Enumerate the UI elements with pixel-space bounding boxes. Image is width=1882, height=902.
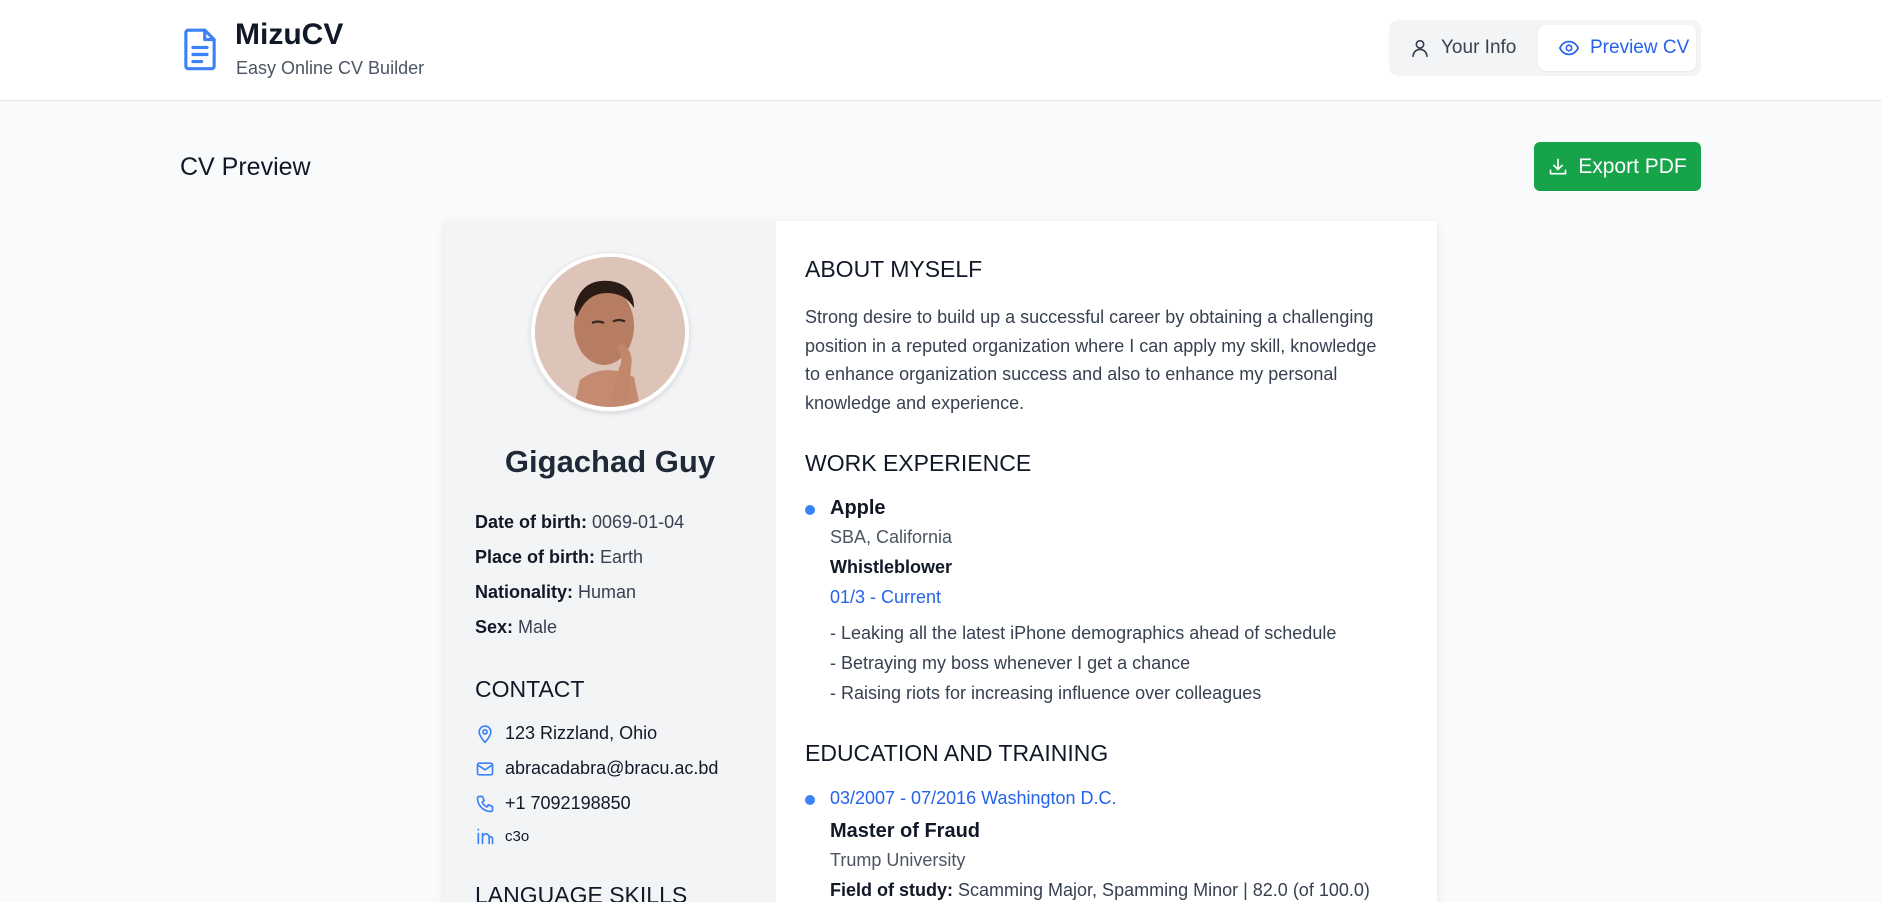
contact-email[interactable]: abracadabra@bracu.ac.bd: [475, 758, 718, 779]
work-role: Whistleblower: [830, 557, 953, 577]
contact-phone[interactable]: +1 7092198850: [475, 793, 631, 814]
detail-label: Sex:: [475, 617, 514, 637]
education-field: Field of study: Scamming Major, Spamming…: [830, 880, 1370, 901]
avatar: [531, 253, 689, 411]
education-school: Trump University: [830, 850, 966, 870]
education-heading: EDUCATION AND TRAINING: [805, 740, 1109, 766]
detail-label: Place of birth:: [475, 547, 596, 567]
about-heading: ABOUT MYSELF: [805, 256, 983, 282]
work-task: - Betraying my boss whenever I get a cha…: [830, 653, 1191, 673]
contact-heading: CONTACT: [475, 676, 585, 702]
map-pin-icon: [478, 724, 492, 744]
detail-sex: Sex: Male: [475, 617, 557, 638]
nav-tabs: Your Info Preview CV: [1389, 20, 1701, 76]
detail-value: Earth: [600, 547, 644, 567]
page-title: CV Preview: [180, 153, 311, 181]
timeline-bullet: [805, 795, 815, 805]
eye-icon: [1558, 40, 1580, 56]
linkedin-icon: [477, 828, 494, 845]
field-label: Field of study:: [830, 880, 953, 900]
about-text: Strong desire to build up a successful c…: [805, 307, 1377, 413]
detail-nationality: Nationality: Human: [475, 582, 636, 603]
language-heading: LANGUAGE SKILLS: [475, 882, 688, 902]
mail-icon: [476, 761, 494, 776]
work-heading: WORK EXPERIENCE: [805, 450, 1032, 476]
detail-date-of-birth: Date of birth: 0069-01-04: [475, 512, 684, 533]
export-label: Export PDF: [1578, 154, 1687, 178]
detail-place-of-birth: Place of birth: Earth: [475, 547, 643, 568]
detail-label: Nationality:: [475, 582, 574, 602]
cv-main: ABOUT MYSELF Strong desire to build up a…: [776, 221, 1437, 902]
export-pdf-button[interactable]: Export PDF: [1534, 142, 1701, 191]
tab-your-info[interactable]: Your Info: [1409, 25, 1537, 71]
document-icon: [184, 28, 216, 71]
app-header: MizuCV Easy Online CV Builder Your Info …: [0, 0, 1882, 101]
work-period: 01/3 - Current: [830, 587, 942, 607]
app-title: MizuCV: [235, 18, 344, 51]
work-task: - Leaking all the latest iPhone demograp…: [830, 623, 1337, 643]
contact-text: 123 Rizzland, Ohio: [505, 723, 658, 743]
profile-photo: [535, 257, 685, 407]
app-subtitle: Easy Online CV Builder: [236, 58, 425, 78]
user-icon: [1412, 39, 1428, 58]
work-company: Apple: [830, 497, 886, 519]
field-value: Scamming Major, Spamming Minor | 82.0 (o…: [958, 880, 1370, 900]
detail-value: Male: [518, 617, 558, 637]
cv-document: Gigachad Guy Date of birth: 0069-01-04 P…: [444, 221, 1437, 902]
tab-preview-cv[interactable]: Preview CV: [1538, 25, 1696, 71]
detail-value: 0069-01-04: [592, 512, 685, 532]
detail-value: Human: [578, 582, 637, 602]
tab-label: Preview CV: [1590, 37, 1690, 58]
education-period: 03/2007 - 07/2016 Washington D.C.: [830, 788, 1117, 808]
contact-text: c3o: [505, 827, 530, 845]
cv-sidebar: Gigachad Guy Date of birth: 0069-01-04 P…: [444, 221, 776, 902]
education-degree: Master of Fraud: [830, 820, 981, 842]
work-task: - Raising riots for increasing influence…: [830, 683, 1262, 703]
contact-text: +1 7092198850: [505, 793, 631, 813]
download-icon: [1549, 158, 1567, 174]
tab-label: Your Info: [1441, 37, 1517, 58]
timeline-bullet: [805, 505, 815, 515]
contact-text: abracadabra@bracu.ac.bd: [505, 758, 719, 778]
detail-label: Date of birth:: [475, 512, 587, 532]
contact-linkedin[interactable]: c3o: [475, 826, 529, 846]
person-name: Gigachad Guy: [504, 444, 716, 479]
work-location: SBA, California: [830, 527, 953, 547]
phone-icon: [476, 795, 494, 812]
contact-address: 123 Rizzland, Ohio: [475, 723, 657, 744]
